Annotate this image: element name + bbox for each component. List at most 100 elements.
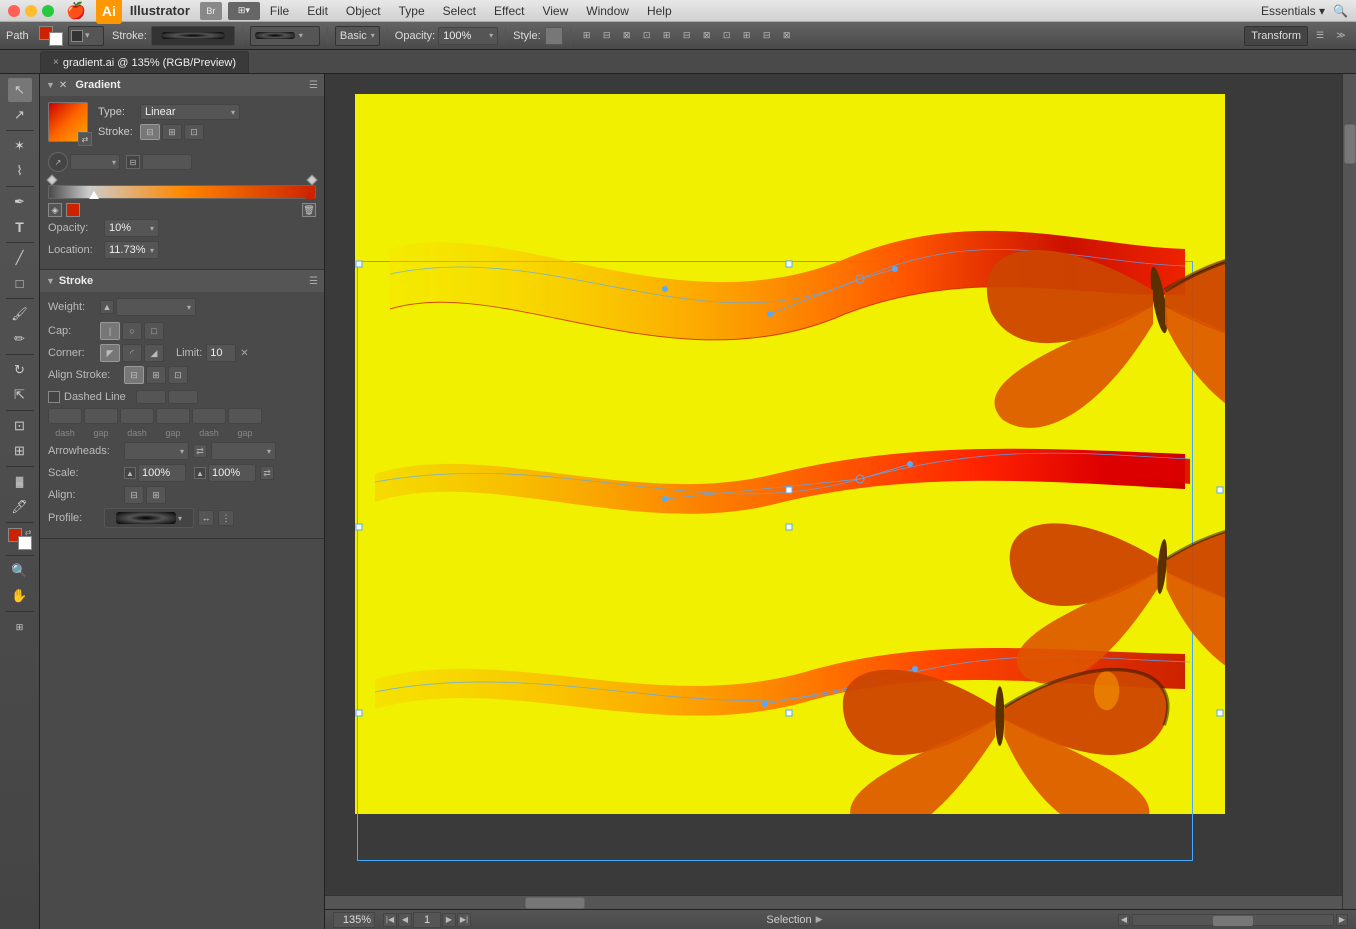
gap-field-1[interactable]: [84, 408, 118, 424]
scroll-left-btn[interactable]: ◀: [1118, 914, 1130, 926]
paintbrush-tool[interactable]: 🖌: [8, 302, 32, 326]
zoom-tool[interactable]: 🔍: [8, 559, 32, 583]
apple-menu[interactable]: 🍎: [66, 1, 86, 21]
menu-object[interactable]: Object: [338, 4, 389, 18]
scale-icon-1[interactable]: ▲: [124, 467, 136, 479]
page-number[interactable]: 1: [413, 912, 441, 928]
stroke-icon-2[interactable]: ⊞: [162, 124, 182, 140]
prev-page-button[interactable]: ◀: [398, 913, 412, 927]
selection-tool[interactable]: ↖: [8, 78, 32, 102]
scale-input-2[interactable]: 100%: [208, 464, 256, 482]
gradient-scale-input[interactable]: [142, 154, 192, 170]
gradient-location-input[interactable]: 11.73% ▾: [104, 241, 159, 259]
maximize-button[interactable]: [42, 5, 54, 17]
essentials-button[interactable]: Essentials ▾: [1261, 4, 1325, 18]
gap-field-2[interactable]: [156, 408, 190, 424]
transform-button[interactable]: Transform: [1244, 26, 1308, 46]
gradient-tool[interactable]: ▓: [8, 470, 32, 494]
arrowhead-swap-icon[interactable]: ⇄: [193, 444, 207, 458]
gradient-stop-color-1[interactable]: [66, 203, 80, 217]
corner-miter-button[interactable]: ◤: [100, 344, 120, 362]
gradient-opacity-input[interactable]: 10% ▾: [104, 219, 159, 237]
dashed-opt-2[interactable]: [168, 390, 198, 404]
dash-field-2[interactable]: [120, 408, 154, 424]
horizontal-scroll-track[interactable]: [1132, 914, 1334, 926]
gradient-panel-menu[interactable]: ☰: [309, 80, 318, 91]
zoom-value-input[interactable]: 135%: [333, 912, 375, 928]
align-stroke-center-button[interactable]: ⊟: [124, 366, 144, 384]
cap-round-button[interactable]: ○: [122, 322, 142, 340]
gradient-panel-close[interactable]: ✕: [59, 80, 67, 91]
dashed-opt-1[interactable]: [136, 390, 166, 404]
magic-wand-tool[interactable]: ✶: [8, 134, 32, 158]
arrange-icon-3[interactable]: ⊟: [758, 27, 776, 45]
swap-colors-icon[interactable]: ⇄: [25, 528, 32, 537]
transform-options-icon[interactable]: ☰: [1311, 27, 1329, 45]
gradient-mid-diamond-2[interactable]: [306, 174, 317, 185]
direct-selection-tool[interactable]: ↗: [8, 103, 32, 127]
minimize-button[interactable]: [25, 5, 37, 17]
next-page-button[interactable]: ▶: [442, 913, 456, 927]
profile-select[interactable]: ▾: [104, 508, 194, 528]
stroke-panel-header[interactable]: ▼ Stroke ☰: [40, 270, 324, 292]
corner-round-button[interactable]: ◜: [122, 344, 142, 362]
scale-icon-2[interactable]: ▲: [194, 467, 206, 479]
cap-square-button[interactable]: □: [144, 322, 164, 340]
scale-sync-icon[interactable]: ⇄: [260, 466, 274, 480]
horizontal-scroll-thumb[interactable]: [1213, 916, 1253, 926]
document-tab[interactable]: × gradient.ai @ 135% (RGB/Preview): [40, 51, 249, 73]
scroll-right-btn[interactable]: ▶: [1336, 914, 1348, 926]
line-tool[interactable]: ╱: [8, 246, 32, 270]
scale-tool[interactable]: ⇱: [8, 383, 32, 407]
toolbar-options-icon[interactable]: ≫: [1332, 27, 1350, 45]
close-button[interactable]: [8, 5, 20, 17]
right-scrollbar[interactable]: [1342, 74, 1356, 909]
menu-file[interactable]: File: [262, 4, 297, 18]
brush-dropdown[interactable]: ▾: [250, 26, 320, 46]
gap-field-3[interactable]: [228, 408, 262, 424]
align-icon-6[interactable]: ⊟: [678, 27, 696, 45]
shape-builder-tool[interactable]: ⊞: [8, 439, 32, 463]
status-arrow-icon[interactable]: ▶: [816, 914, 823, 925]
stroke-limit-input[interactable]: 10: [206, 344, 236, 362]
arrange-icon-4[interactable]: ⊠: [778, 27, 796, 45]
arrowhead-start-select[interactable]: ▾: [124, 442, 189, 460]
stroke-limit-close[interactable]: ✕: [240, 348, 248, 359]
canvas-area[interactable]: 135% |◀ ◀ 1 ▶ ▶| Selection ▶ ◀: [325, 74, 1356, 929]
align-icon-1[interactable]: ⊞: [578, 27, 596, 45]
tab-close[interactable]: ×: [53, 57, 59, 68]
last-page-button[interactable]: ▶|: [457, 913, 471, 927]
rotate-tool[interactable]: ↻: [8, 358, 32, 382]
pencil-tool[interactable]: ✏: [8, 327, 32, 351]
panel-layout-button[interactable]: ⊞▾: [228, 2, 260, 20]
color-boxes[interactable]: ⇄: [8, 528, 32, 550]
gradient-swap-icon[interactable]: ⇄: [78, 132, 92, 146]
menu-type[interactable]: Type: [391, 4, 433, 18]
arrange-icon-1[interactable]: ⊡: [718, 27, 736, 45]
profile-flip-icon[interactable]: ↔: [198, 510, 214, 526]
stroke-weight-triangle-icon[interactable]: ▲: [100, 300, 114, 314]
align-stroke-inside-button[interactable]: ⊞: [146, 366, 166, 384]
type-tool[interactable]: T: [8, 215, 32, 239]
gradient-panel-header[interactable]: ▼ ✕ Gradient ☰: [40, 74, 324, 96]
gradient-stop-1[interactable]: [89, 191, 99, 199]
right-scrollbar-thumb[interactable]: [1344, 124, 1356, 164]
menu-select[interactable]: Select: [435, 4, 484, 18]
artboard-tool[interactable]: ⊞: [8, 615, 32, 639]
profile-options-icon[interactable]: ⋮: [218, 510, 234, 526]
pen-tool[interactable]: ✒: [8, 190, 32, 214]
stroke-color-dropdown[interactable]: ▾: [68, 26, 104, 46]
opacity-value[interactable]: 100%: [443, 30, 487, 42]
align-icon-3[interactable]: ⊠: [618, 27, 636, 45]
menu-help[interactable]: Help: [639, 4, 680, 18]
eyedropper-tool[interactable]: 🖊: [8, 495, 32, 519]
canvas[interactable]: [355, 94, 1225, 814]
fill-color-button[interactable]: [38, 25, 64, 47]
gradient-panel-collapse[interactable]: ▼: [46, 80, 55, 90]
dashed-checkbox[interactable]: [48, 391, 60, 403]
gradient-angle-dial[interactable]: ↗: [48, 152, 68, 172]
stroke-icon-3[interactable]: ⊡: [184, 124, 204, 140]
dash-field-1[interactable]: [48, 408, 82, 424]
align-icon-5[interactable]: ⊞: [658, 27, 676, 45]
bridge-button[interactable]: Br: [200, 2, 222, 20]
